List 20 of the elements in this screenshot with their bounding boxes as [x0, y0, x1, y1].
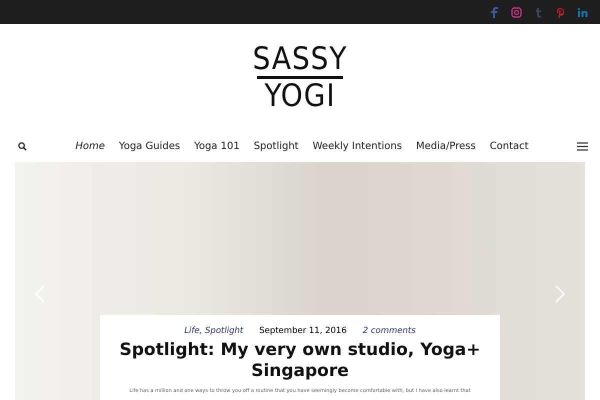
logo-text[interactable]: SASSY [252, 42, 348, 74]
instagram-icon[interactable] [511, 6, 522, 18]
post-title[interactable]: Spotlight: My very own studio, Yoga+ Singapore [110, 340, 490, 382]
post-date: September 11, 2016 [259, 326, 347, 336]
nav-link[interactable]: Home [68, 136, 112, 156]
menu-icon[interactable] [577, 142, 588, 150]
nav-link[interactable]: Media/Press [408, 136, 483, 156]
comments-link[interactable]: 2 comments [362, 326, 416, 336]
tumblr-icon[interactable] [533, 6, 544, 18]
logo-text[interactable]: YOGI [264, 80, 336, 112]
category-link[interactable]: Life, Spotlight [184, 326, 244, 336]
nav-link[interactable]: Yoga Guides [112, 136, 188, 156]
nav-link[interactable]: Weekly Intentions [306, 136, 409, 156]
facebook-icon[interactable] [489, 6, 500, 18]
nav-link[interactable]: Contact [482, 136, 536, 156]
nav-link[interactable]: Spotlight [246, 136, 306, 156]
search-icon[interactable] [18, 142, 27, 150]
nav-link[interactable]: Yoga 101 [187, 136, 247, 156]
linkedin-icon[interactable] [577, 6, 588, 18]
pinterest-icon[interactable] [555, 6, 566, 18]
